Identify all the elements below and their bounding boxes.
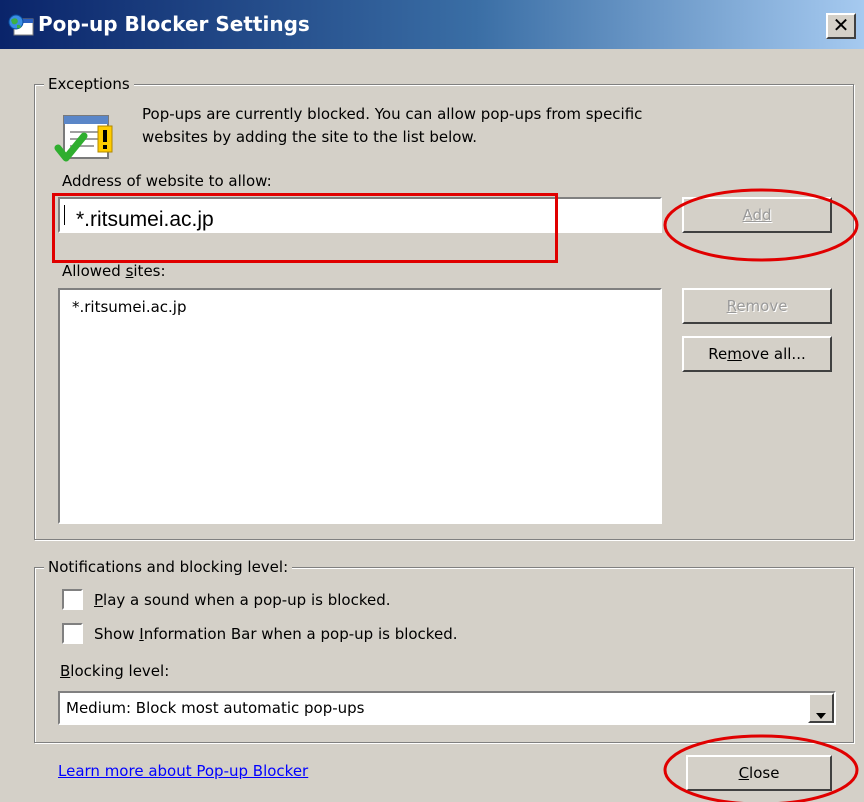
exceptions-description-line2: websites by adding the site to the list … (142, 128, 478, 146)
close-window-button[interactable]: ✕ (826, 13, 856, 39)
allowed-sites-label-post: ites: (133, 262, 166, 280)
info-bar-pre: Show (94, 625, 140, 643)
add-button-label: Add (742, 206, 772, 224)
remove-all-pre: Re (708, 345, 728, 363)
add-button[interactable]: Add (682, 197, 832, 233)
remove-button-label: Remove (727, 297, 788, 315)
title-bar[interactable]: Pop-up Blocker Settings ✕ (0, 0, 864, 49)
close-button-rest: lose (749, 764, 780, 782)
play-sound-checkbox[interactable] (62, 589, 83, 610)
remove-button-rest: emove (736, 297, 788, 315)
close-button[interactable]: Close (686, 755, 832, 791)
address-label: Address of website to allow: (62, 172, 272, 190)
remove-all-accel: m (727, 345, 742, 363)
play-sound-accel: P (94, 591, 104, 609)
allowed-sites-label: Allowed sites: (62, 262, 166, 280)
remove-button[interactable]: Remove (682, 288, 832, 324)
window-title: Pop-up Blocker Settings (38, 12, 310, 36)
info-bar-post: nformation Bar when a pop-up is blocked. (143, 625, 458, 643)
popup-info-icon (54, 112, 126, 168)
dropdown-arrow-button[interactable] (808, 693, 834, 723)
notifications-legend: Notifications and blocking level: (44, 558, 293, 576)
info-bar-label[interactable]: Show Information Bar when a pop-up is bl… (94, 625, 457, 643)
allowed-sites-label-pre: Allowed (62, 262, 126, 280)
chevron-down-icon (815, 705, 827, 724)
blocking-level-accel: B (60, 662, 71, 680)
info-bar-checkbox[interactable] (62, 623, 83, 644)
blocking-level-select[interactable]: Medium: Block most automatic pop-ups (58, 691, 836, 725)
exceptions-legend: Exceptions (44, 75, 134, 93)
exceptions-description-line1: Pop-ups are currently blocked. You can a… (142, 105, 643, 123)
blocking-level-rest: locking level: (70, 662, 170, 680)
close-button-label: Close (739, 764, 780, 782)
popup-blocker-dialog: Pop-up Blocker Settings ✕ Exceptions Pop… (0, 0, 864, 802)
remove-button-accel: R (726, 297, 737, 315)
close-button-accel: C (738, 764, 750, 782)
blocking-level-label: Blocking level: (60, 662, 169, 680)
allowed-sites-list[interactable]: *.ritsumei.ac.jp (58, 288, 662, 524)
remove-all-post: ove all... (741, 345, 806, 363)
address-highlight-box (52, 193, 558, 263)
blocking-level-value: Medium: Block most automatic pop-ups (66, 699, 365, 717)
play-sound-rest: lay a sound when a pop-up is blocked. (103, 591, 391, 609)
remove-all-button[interactable]: Remove all... (682, 336, 832, 372)
globe-window-icon (8, 14, 34, 36)
play-sound-label[interactable]: Play a sound when a pop-up is blocked. (94, 591, 391, 609)
learn-more-link[interactable]: Learn more about Pop-up Blocker (58, 762, 308, 780)
list-item[interactable]: *.ritsumei.ac.jp (72, 298, 186, 316)
remove-all-button-label: Remove all... (708, 345, 806, 363)
